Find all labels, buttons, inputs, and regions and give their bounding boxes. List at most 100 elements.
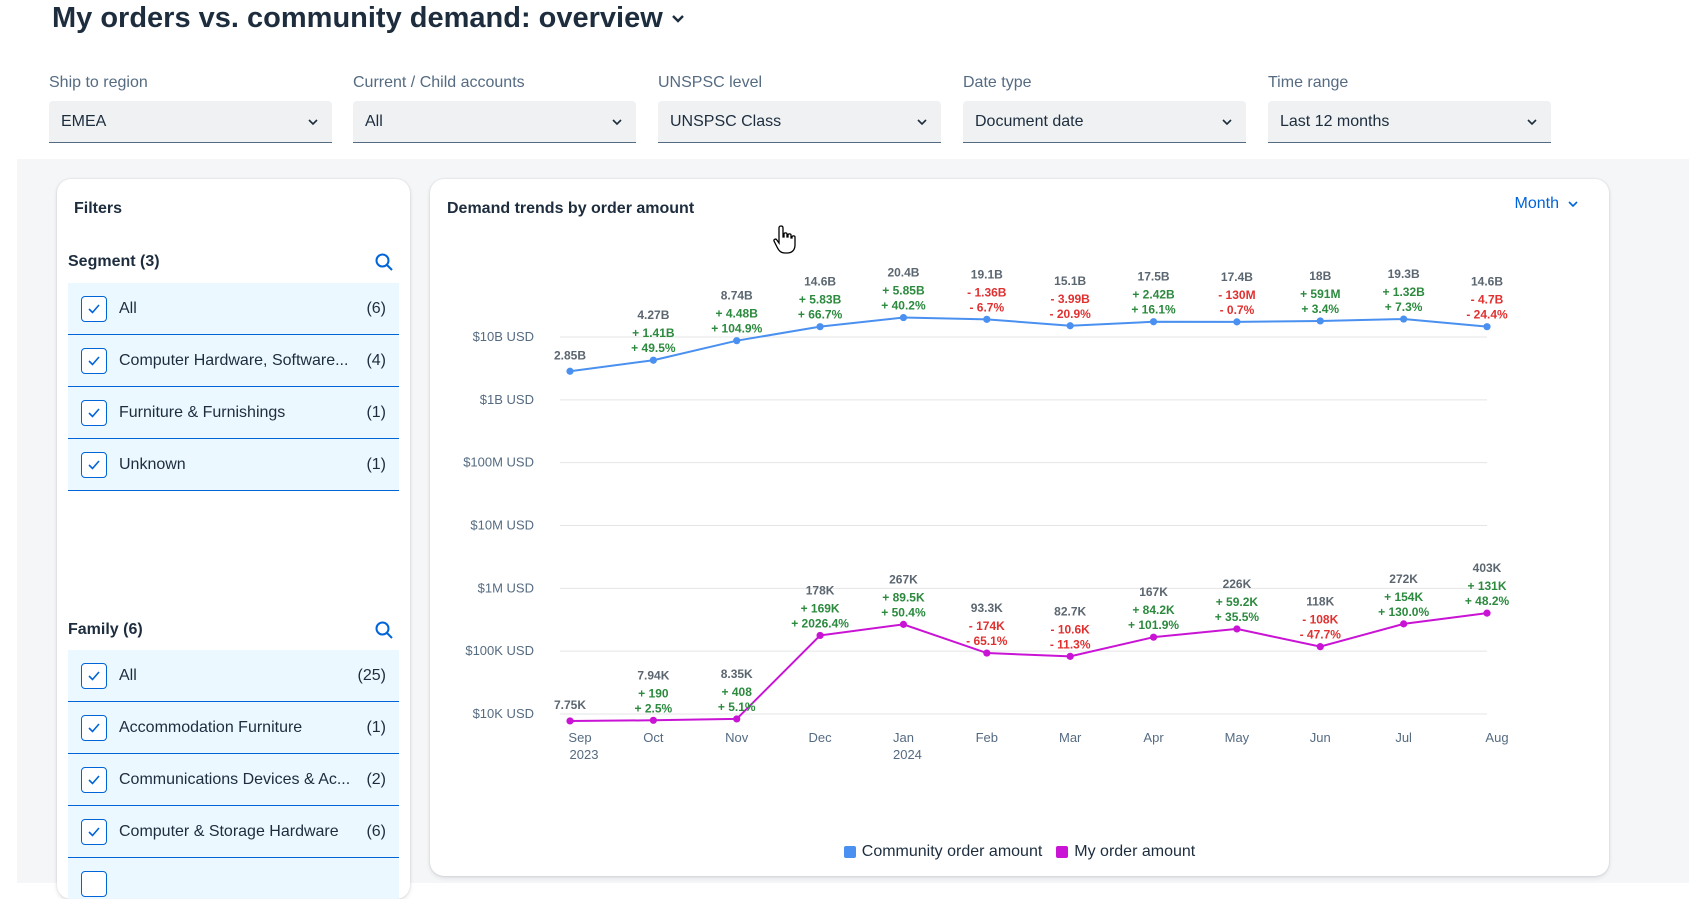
data-label-change: + 1.32B (1382, 285, 1425, 299)
data-label-pct: - 20.9% (1050, 307, 1092, 321)
unspsc-level-select[interactable]: UNSPSC Class (658, 101, 941, 143)
list-item-count: (6) (366, 299, 386, 317)
checkbox[interactable] (81, 347, 107, 374)
checkbox[interactable] (81, 295, 107, 322)
checkbox[interactable] (81, 399, 107, 426)
checkbox[interactable] (81, 451, 107, 478)
data-label-value: 2.85B (554, 348, 586, 362)
family-item-computer-storage-hardware[interactable]: Computer & Storage Hardware (6) (68, 806, 399, 858)
data-label-pct: + 3.4% (1301, 302, 1339, 316)
filter-label: UNSPSC level (658, 74, 763, 91)
data-label-change: - 10.6K (1051, 622, 1091, 636)
filter-accounts: Current / Child accounts All (353, 72, 636, 143)
search-icon[interactable] (374, 252, 394, 272)
data-label-change: + 169K (801, 601, 840, 615)
data-label-value: 18B (1309, 269, 1331, 283)
data-point (566, 717, 574, 725)
content-area: Filters Segment (3) All (6) Computer Har… (17, 159, 1689, 899)
accounts-select[interactable]: All (353, 101, 636, 143)
family-list: All (25) Accommodation Furniture (1) Com… (68, 650, 399, 899)
family-item-partial[interactable] (68, 858, 399, 899)
legend-swatch (1056, 846, 1069, 858)
page-title-text: My orders vs. community demand: overview (52, 2, 663, 34)
data-label-pct: + 48.2% (1465, 594, 1510, 608)
filter-date-type: Date type Document date (963, 72, 1246, 143)
segment-item-all[interactable]: All (6) (68, 283, 399, 335)
data-point (1316, 317, 1324, 325)
legend-swatch (843, 846, 856, 858)
data-label-change: - 174K (969, 619, 1005, 633)
data-label-change: + 5.83B (799, 293, 842, 307)
data-label-change: - 108K (1302, 613, 1338, 627)
family-group-header: Family (6) (68, 616, 398, 644)
y-tick-label: $10M USD (470, 518, 534, 533)
data-point (1483, 323, 1491, 331)
family-item-accommodation-furniture[interactable]: Accommodation Furniture (1) (68, 702, 399, 754)
checkmark-icon (88, 303, 100, 314)
hand-cursor-icon (773, 225, 796, 254)
segment-item-unknown[interactable]: Unknown (1) (68, 439, 399, 491)
segment-item-computer-hardware[interactable]: Computer Hardware, Software... (4) (68, 335, 399, 387)
filter-label: Ship to region (49, 74, 148, 91)
data-label-value: 403K (1473, 561, 1502, 575)
data-label-value: 19.1B (971, 267, 1003, 281)
checkbox[interactable] (81, 662, 107, 689)
segment-header-label: Segment (3) (68, 253, 160, 270)
list-item-label: All (119, 299, 137, 317)
legend-label: My order amount (1074, 843, 1196, 860)
select-value: UNSPSC Class (670, 112, 782, 130)
data-label-value: 272K (1389, 572, 1418, 586)
series-line-my-orders (569, 612, 1488, 722)
data-label-value: 178K (806, 583, 835, 597)
list-item-label: Unknown (119, 455, 186, 473)
filter-ship-to-region: Ship to region EMEA (49, 72, 332, 143)
data-point (1316, 643, 1324, 651)
line-chart: $10B USD $1B USD $100M USD $10M USD $1M USD $… (463, 266, 1510, 762)
data-point (1400, 620, 1408, 628)
series-line-community (569, 316, 1488, 373)
filter-time-range: Time range Last 12 months (1268, 72, 1551, 143)
checkbox[interactable] (81, 766, 107, 793)
filter-bar: Ship to region EMEA Current / Child acco… (49, 72, 1649, 144)
legend-item-community[interactable]: Community order amount (843, 843, 1042, 861)
date-type-select[interactable]: Document date (963, 101, 1246, 143)
data-label-value: 7.94K (637, 668, 669, 682)
data-label-pct: + 7.3% (1385, 300, 1423, 314)
ship-to-region-select[interactable]: EMEA (49, 101, 332, 143)
data-label-change: - 130M (1218, 288, 1255, 302)
y-tick-label: $1B USD (480, 392, 534, 407)
search-icon[interactable] (374, 620, 394, 640)
chevron-down-icon[interactable] (671, 12, 685, 26)
checkbox[interactable] (81, 714, 107, 741)
data-label-pct: + 2026.4% (791, 616, 849, 630)
list-item-count: (6) (366, 822, 386, 840)
segment-item-furniture[interactable]: Furniture & Furnishings (1) (68, 387, 399, 439)
legend-item-my-orders[interactable]: My order amount (1056, 843, 1195, 861)
list-item-count: (1) (366, 403, 386, 421)
checkbox[interactable] (81, 870, 107, 897)
checkmark-icon (88, 722, 100, 733)
data-label-change: - 1.36B (967, 285, 1007, 299)
page-title[interactable]: My orders vs. community demand: overview (52, 2, 685, 35)
data-label-value: 93.3K (971, 601, 1003, 615)
data-label-change: + 154K (1384, 590, 1423, 604)
data-label-change: + 4.48B (716, 307, 759, 321)
data-point (816, 631, 824, 640)
data-label-pct: + 101.9% (1128, 618, 1179, 632)
x-tick-label: Feb (976, 730, 998, 745)
data-point (1066, 652, 1074, 660)
family-item-all[interactable]: All (25) (68, 650, 399, 702)
x-tick-year-label: 2024 (893, 747, 922, 762)
data-label-pct: - 24.4% (1466, 308, 1508, 322)
list-item-label: Accommodation Furniture (119, 718, 303, 736)
data-label-value: 7.75K (554, 698, 586, 712)
y-tick-label: $10B USD (473, 329, 534, 344)
family-item-communications-devices[interactable]: Communications Devices & Ac... (2) (68, 754, 399, 806)
checkbox[interactable] (81, 818, 107, 845)
segment-group-header: Segment (3) (68, 248, 398, 276)
data-point (1233, 625, 1241, 633)
x-tick-label: Apr (1143, 730, 1164, 745)
time-range-select[interactable]: Last 12 months (1268, 101, 1551, 143)
data-label-value: 14.6B (804, 275, 836, 289)
data-label-pct: + 16.1% (1131, 303, 1176, 317)
